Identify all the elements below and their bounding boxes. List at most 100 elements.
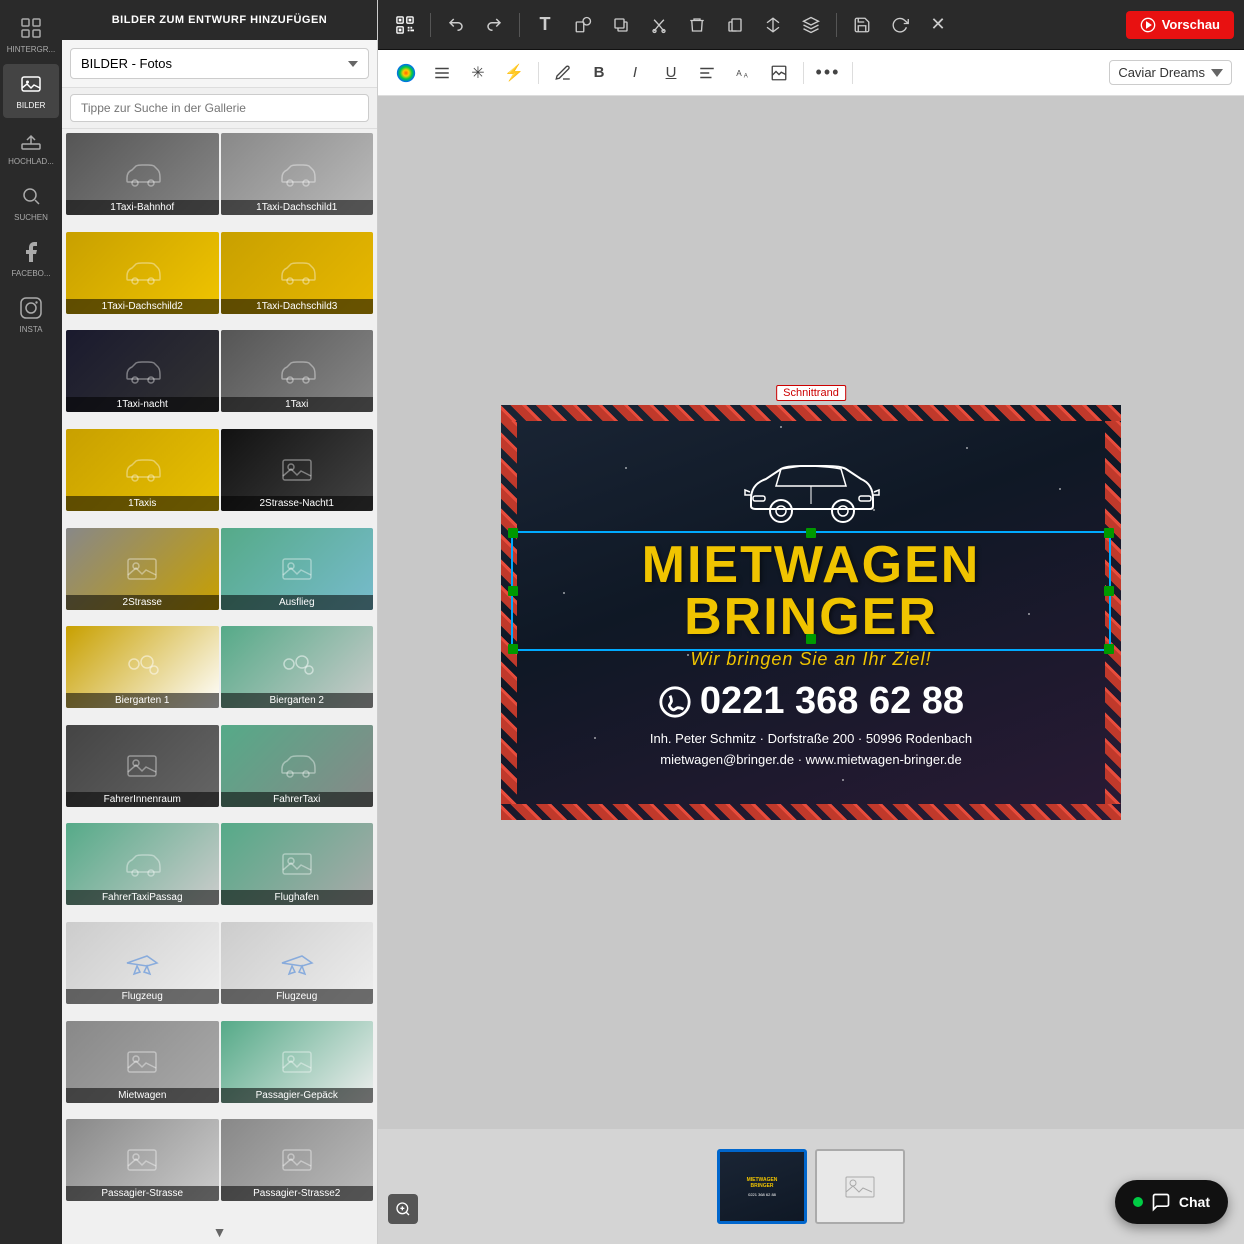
- bold-btn[interactable]: B: [583, 57, 615, 89]
- preview-button[interactable]: Vorschau: [1126, 11, 1234, 39]
- image-cell-22[interactable]: Passagier-Strasse2: [221, 1119, 374, 1201]
- chevron-down-icon: [1211, 69, 1223, 77]
- sidebar-item-hintergrund[interactable]: HINTERGR...: [3, 8, 59, 62]
- image-label-18: Flugzeug: [221, 989, 374, 1004]
- canvas-area: Schnittrand: [378, 96, 1244, 1129]
- paste-button[interactable]: [718, 8, 752, 42]
- image-label-9: 2Strasse: [66, 595, 219, 610]
- pen-btn[interactable]: [547, 57, 579, 89]
- sidebar-item-bilder[interactable]: BILDER: [3, 64, 59, 118]
- image-cell-6[interactable]: 1Taxi: [221, 330, 374, 412]
- handle-bl[interactable]: [508, 644, 518, 654]
- search-input[interactable]: [70, 94, 369, 122]
- separator-2: [519, 13, 520, 37]
- text-size-btn[interactable]: A A: [727, 57, 759, 89]
- cut-button[interactable]: [642, 8, 676, 42]
- title-container: MIETWAGEN BRINGER: [519, 539, 1103, 643]
- sidebar-label-facebook: FACEBO...: [11, 269, 50, 278]
- image-panel: BILDER ZUM ENTWURF HINZUFÜGEN BILDER - F…: [62, 0, 378, 1244]
- image-label-20: Passagier-Gepäck: [221, 1088, 374, 1103]
- flyer-address: Inh. Peter Schmitz · Dorfstraße 200 · 50…: [650, 729, 972, 771]
- image-cell-8[interactable]: 2Strasse-Nacht1: [221, 429, 374, 511]
- image-cell-18[interactable]: Flugzeug: [221, 922, 374, 1004]
- chat-button[interactable]: Chat: [1115, 1180, 1228, 1224]
- image-cell-11[interactable]: Biergarten 1: [66, 626, 219, 708]
- sidebar-item-facebook[interactable]: FACEBO...: [3, 232, 59, 286]
- underline-btn[interactable]: U: [655, 57, 687, 89]
- image-cell-5[interactable]: 1Taxi-nacht: [66, 330, 219, 412]
- handle-tr[interactable]: [1104, 528, 1114, 538]
- bottom-strip: MIETWAGENBRINGER 0221 368 62 88 Ch: [378, 1129, 1244, 1244]
- image-cell-15[interactable]: FahrerTaxiPassag: [66, 823, 219, 905]
- layers-button[interactable]: [794, 8, 828, 42]
- image-cell-7[interactable]: 1Taxis: [66, 429, 219, 511]
- save-button[interactable]: [845, 8, 879, 42]
- flyer-title[interactable]: MIETWAGEN BRINGER: [519, 539, 1103, 643]
- sidebar-item-insta[interactable]: INSTA: [3, 288, 59, 342]
- qr-button[interactable]: [388, 8, 422, 42]
- handle-tl[interactable]: [508, 528, 518, 538]
- image-cell-10[interactable]: Ausflieg: [221, 528, 374, 610]
- handle-br[interactable]: [1104, 644, 1114, 654]
- italic-btn[interactable]: I: [619, 57, 651, 89]
- image-label-8: 2Strasse-Nacht1: [221, 496, 374, 511]
- sparkle-btn[interactable]: ✳: [462, 57, 494, 89]
- sidebar-item-hochlad[interactable]: HOCHLAD...: [3, 120, 59, 174]
- search-bar: [62, 88, 377, 129]
- image-label-14: FahrerTaxi: [221, 792, 374, 807]
- image-label-3: 1Taxi-Dachschild2: [66, 299, 219, 314]
- image-cell-2[interactable]: 1Taxi-Dachschild1: [221, 133, 374, 215]
- toolbar-top: T: [378, 0, 1244, 50]
- sidebar-label-insta: INSTA: [20, 325, 43, 334]
- svg-text:A: A: [744, 73, 748, 79]
- image-cell-4[interactable]: 1Taxi-Dachschild3: [221, 232, 374, 314]
- sec-separator-2: [803, 62, 804, 84]
- image-cell-19[interactable]: Mietwagen: [66, 1021, 219, 1103]
- dropdown-bar: BILDER - Fotos: [62, 40, 377, 88]
- image-label-13: FahrerInnenraum: [66, 792, 219, 807]
- category-dropdown[interactable]: BILDER - Fotos: [70, 48, 369, 79]
- color-btn[interactable]: [390, 57, 422, 89]
- font-selector[interactable]: Caviar Dreams: [1109, 60, 1232, 85]
- separator-1: [430, 13, 431, 37]
- image-label-19: Mietwagen: [66, 1088, 219, 1103]
- lightning-btn[interactable]: ⚡: [498, 57, 530, 89]
- handle-mr[interactable]: [1104, 586, 1114, 596]
- thumbnail-1-label: MIETWAGENBRINGER: [747, 1177, 778, 1190]
- flyer-design[interactable]: MIETWAGEN BRINGER Wir bringen Sie an Ihr…: [501, 405, 1121, 820]
- handle-ml[interactable]: [508, 586, 518, 596]
- image-label-6: 1Taxi: [221, 397, 374, 412]
- shapes-button[interactable]: [566, 8, 600, 42]
- sidebar-label-hintergrund: HINTERGR...: [7, 45, 55, 54]
- schnittrand-label: Schnittrand: [776, 385, 846, 401]
- sidebar-label-suchen: SUCHEN: [14, 213, 48, 222]
- image-cell-14[interactable]: FahrerTaxi: [221, 725, 374, 807]
- image-cell-21[interactable]: Passagier-Strasse: [66, 1119, 219, 1201]
- align-btn[interactable]: [426, 57, 458, 89]
- image-label-2: 1Taxi-Dachschild1: [221, 200, 374, 215]
- thumbnail-2[interactable]: [815, 1149, 905, 1224]
- image-cell-16[interactable]: Flughafen: [221, 823, 374, 905]
- image-cell-9[interactable]: 2Strasse: [66, 528, 219, 610]
- image-cell-17[interactable]: Flugzeug: [66, 922, 219, 1004]
- image-frame-btn[interactable]: [763, 57, 795, 89]
- delete-button[interactable]: [680, 8, 714, 42]
- flip-button[interactable]: [756, 8, 790, 42]
- more-btn[interactable]: •••: [812, 57, 844, 89]
- sidebar-item-suchen[interactable]: SUCHEN: [3, 176, 59, 230]
- scroll-down-arrow[interactable]: ▼: [62, 1220, 377, 1244]
- thumbnail-1[interactable]: MIETWAGENBRINGER 0221 368 62 88: [717, 1149, 807, 1224]
- text-align-btn[interactable]: [691, 57, 723, 89]
- image-cell-13[interactable]: FahrerInnenraum: [66, 725, 219, 807]
- refresh-button[interactable]: [883, 8, 917, 42]
- image-cell-1[interactable]: 1Taxi-Bahnhof: [66, 133, 219, 215]
- image-cell-3[interactable]: 1Taxi-Dachschild2: [66, 232, 219, 314]
- copy2-button[interactable]: [604, 8, 638, 42]
- image-cell-20[interactable]: Passagier-Gepäck: [221, 1021, 374, 1103]
- close-button[interactable]: ✕: [921, 8, 955, 42]
- text-button[interactable]: T: [528, 8, 562, 42]
- zoom-button[interactable]: [388, 1194, 418, 1224]
- redo-button[interactable]: [477, 8, 511, 42]
- undo-button[interactable]: [439, 8, 473, 42]
- image-cell-12[interactable]: Biergarten 2: [221, 626, 374, 708]
